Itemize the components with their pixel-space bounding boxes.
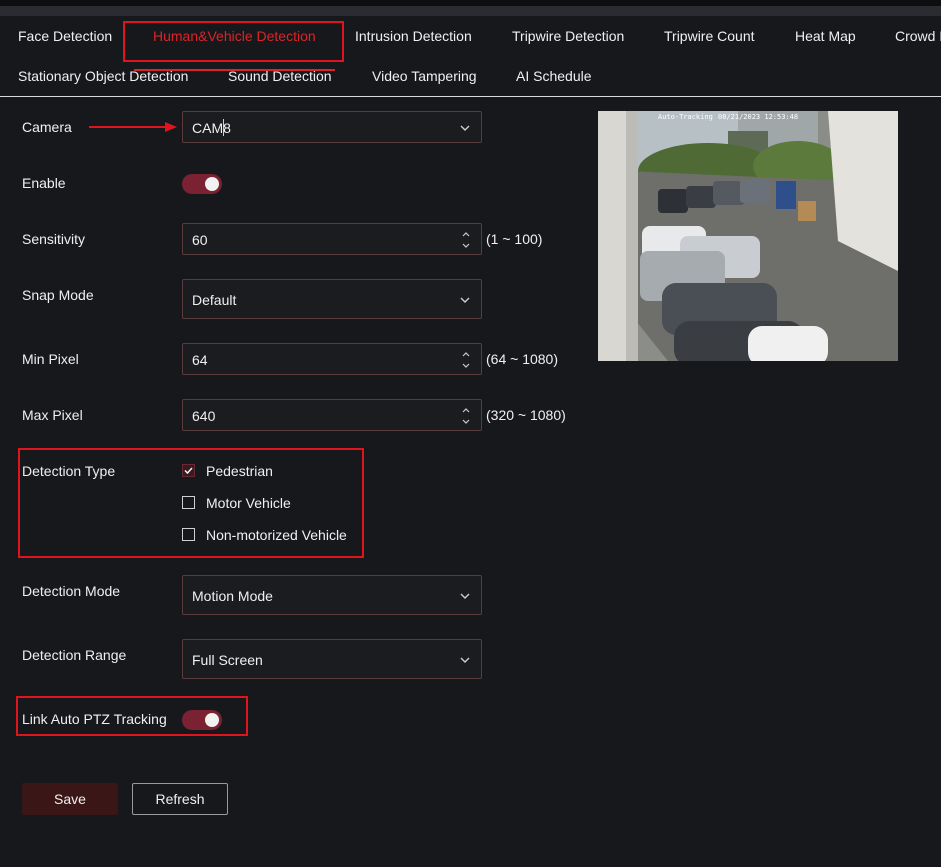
sensitivity-range: (1 ~ 100) bbox=[486, 231, 543, 247]
spinner-arrows-icon[interactable] bbox=[461, 228, 471, 252]
max-pixel-label: Max Pixel bbox=[22, 407, 83, 423]
top-strip bbox=[0, 6, 941, 16]
checkmark-icon bbox=[184, 467, 193, 475]
detection-tab-bar: Face Detection Human&Vehicle Detection I… bbox=[0, 16, 941, 97]
tab-intrusion-detection[interactable]: Intrusion Detection bbox=[355, 28, 472, 44]
tab-tripwire-detection[interactable]: Tripwire Detection bbox=[512, 28, 624, 44]
tab-face-detection[interactable]: Face Detection bbox=[18, 28, 112, 44]
preview-overlay-mode: Auto-Tracking bbox=[658, 113, 713, 121]
chevron-down-icon bbox=[460, 125, 470, 131]
enable-toggle[interactable] bbox=[182, 174, 222, 194]
min-pixel-range: (64 ~ 1080) bbox=[486, 351, 558, 367]
spinner-arrows-icon[interactable] bbox=[461, 348, 471, 372]
tab-video-tampering[interactable]: Video Tampering bbox=[372, 68, 477, 84]
detection-type-label: Detection Type bbox=[22, 463, 116, 479]
camera-value: CAM8 bbox=[192, 120, 231, 136]
save-button[interactable]: Save bbox=[22, 783, 118, 815]
sensitivity-input[interactable]: 60 bbox=[182, 223, 482, 255]
min-pixel-value: 64 bbox=[192, 352, 208, 368]
detection-range-value: Full Screen bbox=[192, 652, 263, 668]
tab-heat-map[interactable]: Heat Map bbox=[795, 28, 856, 44]
sensitivity-value: 60 bbox=[192, 232, 208, 248]
detection-mode-value: Motion Mode bbox=[192, 588, 273, 604]
non-motorized-vehicle-checkbox[interactable] bbox=[182, 528, 195, 541]
chevron-down-icon bbox=[460, 593, 470, 599]
tab-ai-schedule[interactable]: AI Schedule bbox=[516, 68, 592, 84]
arrow-annotation-icon bbox=[89, 122, 177, 132]
camera-preview-image bbox=[598, 111, 898, 361]
ptz-tracking-label: Link Auto PTZ Tracking bbox=[22, 711, 167, 727]
detection-range-label: Detection Range bbox=[22, 647, 127, 663]
sensitivity-label: Sensitivity bbox=[22, 231, 86, 247]
motor-vehicle-checkbox[interactable] bbox=[182, 496, 195, 509]
tab-sound-detection[interactable]: Sound Detection bbox=[228, 68, 332, 84]
tab-stationary-object-detection[interactable]: Stationary Object Detection bbox=[18, 68, 188, 84]
min-pixel-input[interactable]: 64 bbox=[182, 343, 482, 375]
pedestrian-checkbox[interactable] bbox=[182, 464, 195, 477]
tab-human-vehicle-detection[interactable]: Human&Vehicle Detection bbox=[153, 28, 316, 44]
spinner-arrows-icon[interactable] bbox=[461, 404, 471, 428]
toggle-knob bbox=[205, 713, 219, 727]
toggle-knob bbox=[205, 177, 219, 191]
camera-preview: Auto-Tracking 08/21/2023 12:53:48 bbox=[598, 111, 898, 361]
motor-vehicle-label: Motor Vehicle bbox=[206, 495, 291, 511]
min-pixel-label: Min Pixel bbox=[22, 351, 79, 367]
detection-mode-select[interactable]: Motion Mode bbox=[182, 575, 482, 615]
max-pixel-range: (320 ~ 1080) bbox=[486, 407, 566, 423]
detection-mode-label: Detection Mode bbox=[22, 583, 121, 599]
preview-overlay-timestamp: 08/21/2023 12:53:48 bbox=[718, 113, 799, 121]
camera-label: Camera bbox=[22, 119, 72, 135]
refresh-button[interactable]: Refresh bbox=[132, 783, 228, 815]
snap-mode-value: Default bbox=[192, 292, 237, 308]
pedestrian-label: Pedestrian bbox=[206, 463, 273, 479]
max-pixel-value: 640 bbox=[192, 408, 216, 424]
detection-range-select[interactable]: Full Screen bbox=[182, 639, 482, 679]
snap-mode-label: Snap Mode bbox=[22, 287, 94, 303]
camera-select[interactable]: CAM8 bbox=[182, 111, 482, 143]
ptz-tracking-toggle[interactable] bbox=[182, 710, 222, 730]
max-pixel-input[interactable]: 640 bbox=[182, 399, 482, 431]
chevron-down-icon bbox=[460, 657, 470, 663]
snap-mode-select[interactable]: Default bbox=[182, 279, 482, 319]
text-cursor bbox=[223, 119, 224, 136]
chevron-down-icon bbox=[460, 297, 470, 303]
tab-tripwire-count[interactable]: Tripwire Count bbox=[664, 28, 755, 44]
non-motorized-vehicle-label: Non-motorized Vehicle bbox=[206, 527, 347, 543]
enable-label: Enable bbox=[22, 175, 66, 191]
tab-crowd-detection[interactable]: Crowd D bbox=[895, 28, 941, 44]
